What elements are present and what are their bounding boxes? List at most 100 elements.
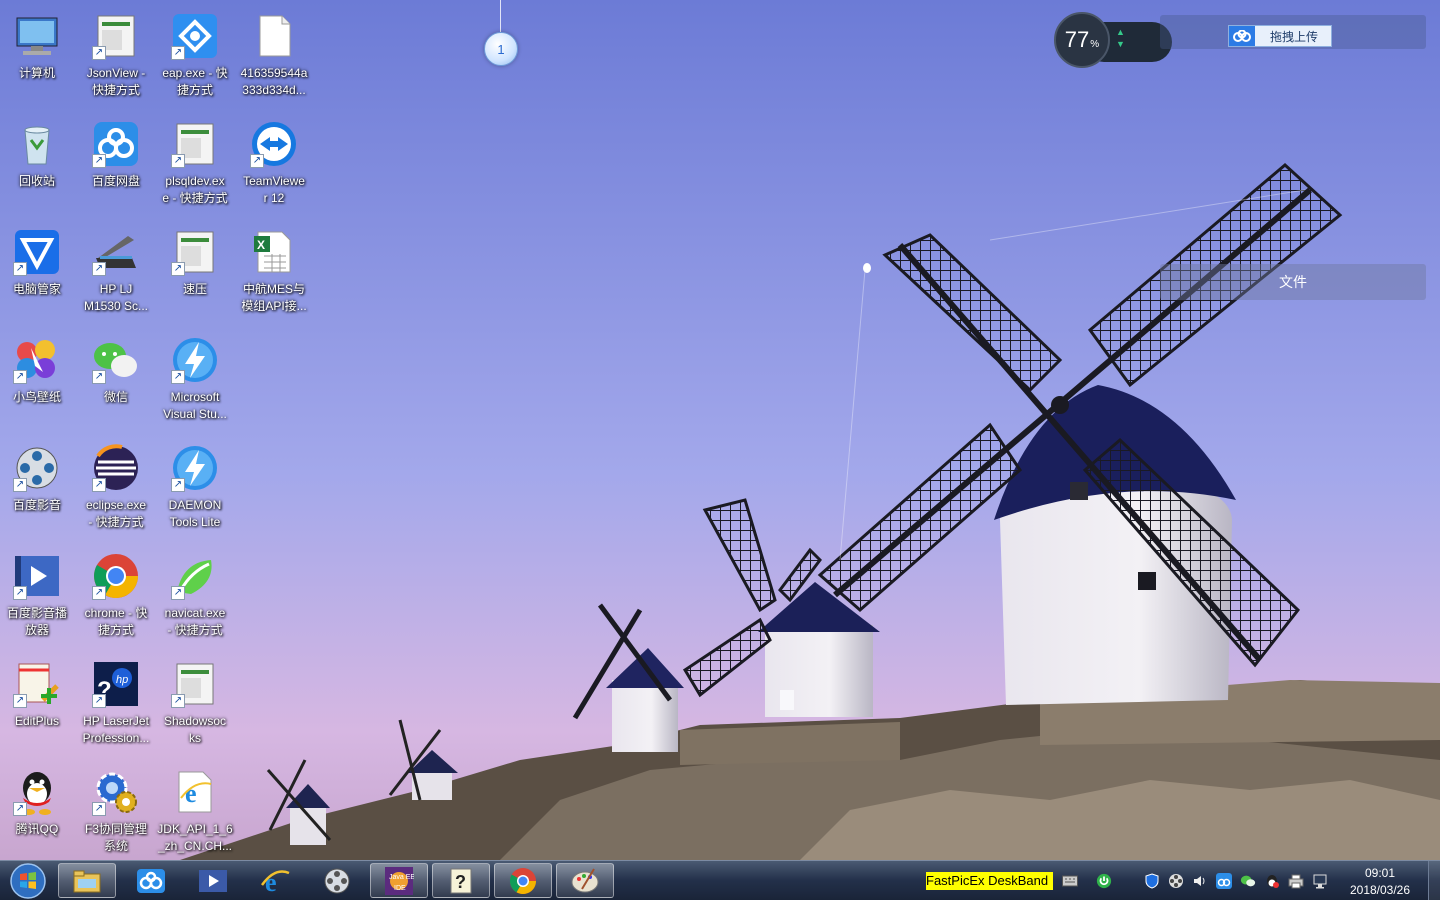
tencent-qq-icon: ↗ [13,768,61,816]
shortcut-arrow-icon: ↗ [92,478,106,492]
network-icon[interactable] [1312,873,1328,889]
svg-text:Java EE: Java EE [389,874,414,881]
film-reel-tray-icon[interactable] [1168,873,1184,889]
desktop-icon-navicat-shortcut[interactable]: ↗ navicat.exe - 快捷方式 [156,548,234,648]
computer-icon [13,12,61,60]
folder-icon [73,870,101,892]
desktop-icon-editplus[interactable]: ↗ EditPlus [0,656,76,756]
speed-compress-icon: ↗ [171,228,219,276]
excel-file-icon: X [250,228,298,276]
drag-upload-label: 拖拽上传 [1270,29,1319,44]
desktop-icon-eclipse-shortcut[interactable]: ↗ eclipse.exe - 快捷方式 [77,440,155,540]
shortcut-arrow-icon: ↗ [171,370,185,384]
editplus-icon: ↗ [13,660,61,708]
system-clock[interactable]: 09:01 2018/03/26 [1340,865,1420,899]
taskbar-paint[interactable] [556,863,614,898]
taskbar-internet-explorer[interactable]: e [246,863,304,898]
baidu-netdisk-tray-icon[interactable] [1216,873,1232,889]
taskbar-java-ee-ide[interactable]: Java EE IDE [370,863,428,898]
desktop-icon-pc-manager[interactable]: ↗ 电脑管家 [0,224,76,324]
desktop-icon-jdk-api-chm[interactable]: e JDK_API_1_6 _zh_CN.CH... [156,764,234,864]
shortcut-arrow-icon: ↗ [13,802,27,816]
f3-system-icon: ↗ [92,768,140,816]
start-button[interactable] [4,862,52,900]
taskbar-baidu-player[interactable] [184,863,242,898]
desktop-icon-label: JsonView - 快捷方式 [86,66,146,97]
taskbar: e Java EE IDE ? FastPicEx DeskBand 09:01… [0,860,1440,900]
desktop-icon-label: HP LJ M1530 Sc... [83,282,149,313]
desktop-icon-shadowsocks[interactable]: ↗ Shadowsoc ks [156,656,234,756]
security-shield-icon[interactable] [1096,873,1112,889]
drag-upload-button[interactable]: 拖拽上传 [1228,25,1332,47]
desktop-icon-hp-laserjet-help[interactable]: hp? ↗ HP LaserJet Profession... [77,656,155,756]
desktop-icon-label: 百度网盘 [91,174,140,188]
desktop-icon-label: HP LaserJet Profession... [82,714,150,745]
pc-manager-tray-icon[interactable] [1144,873,1160,889]
speed-monitor-widget[interactable]: 77% ▲ ▼ [1054,12,1172,70]
qq-tray-icon[interactable] [1264,873,1280,889]
chrome-icon [509,867,537,894]
float-ball-tether [500,0,501,32]
desktop-icon-daemon-tools[interactable]: ↗ DAEMON Tools Lite [156,440,234,540]
shortcut-arrow-icon: ↗ [13,586,27,600]
desktop-icon-wechat[interactable]: ↗ 微信 [77,332,155,432]
desktop-icon-chrome-shortcut[interactable]: ↗ chrome - 快 捷方式 [77,548,155,648]
desktop-icon-baidu-netdisk[interactable]: ↗ 百度网盘 [77,116,155,216]
shortcut-arrow-icon: ↗ [13,694,27,708]
desktop-icon-label: chrome - 快 捷方式 [84,606,148,637]
clock-time: 09:01 [1364,866,1396,880]
taskbar-film-reel-app[interactable] [308,863,366,898]
file-panel-label: 文件 [1279,274,1307,290]
printer-icon[interactable] [1288,873,1304,889]
baidu-upload-bar: 拖拽上传 [1160,15,1426,49]
desktop-icon-label: 中航MES与 模组API接... [241,282,307,313]
desktop-icon-label: Microsoft Visual Stu... [163,390,227,421]
fastpicex-deskband[interactable]: FastPicEx DeskBand [926,872,1053,890]
volume-icon[interactable] [1192,873,1208,889]
desktop-icon-teamviewer[interactable]: ↗ TeamViewe r 12 [235,116,313,216]
desktop-icon-baidu-video[interactable]: ↗ 百度影音 [0,440,76,540]
help-document-icon: ? [450,868,472,893]
show-desktop-button[interactable] [1428,861,1440,900]
navicat-shortcut-icon: ↗ [171,552,219,600]
desktop-icon-label: 计算机 [18,66,55,80]
desktop-icon-f3-system[interactable]: ↗ F3协同管理 系统 [77,764,155,864]
plsqldev-shortcut-icon: ↗ [171,120,219,168]
desktop-icon-computer[interactable]: 计算机 [0,8,76,108]
shortcut-arrow-icon: ↗ [13,370,27,384]
svg-text:X: X [257,238,265,252]
file-drop-panel[interactable]: 文件 [1160,264,1426,300]
desktop-icon-unknown-file[interactable]: 416359544a 333d334d... [235,8,313,108]
desktop-icon-hp-scanner[interactable]: ↗ HP LJ M1530 Sc... [77,224,155,324]
desktop-icon-visual-studio[interactable]: ↗ Microsoft Visual Stu... [156,332,234,432]
desktop-icon-recycle-bin[interactable]: 回收站 [0,116,76,216]
internet-explorer-icon: e [260,868,290,895]
memory-usage-gauge[interactable]: 77% [1054,12,1110,68]
recycle-bin-icon [13,120,61,168]
shortcut-arrow-icon: ↗ [171,262,185,276]
desktop-icon-excel-file[interactable]: X 中航MES与 模组API接... [235,224,313,324]
video-player-icon [199,869,227,892]
memory-usage-unit: % [1090,38,1100,50]
eclipse-shortcut-icon: ↗ [92,444,140,492]
desktop-icon-tencent-qq[interactable]: ↗ 腾讯QQ [0,764,76,864]
keyboard-icon[interactable] [1062,873,1078,889]
taskbar-chrome[interactable] [494,863,552,898]
desktop-icon-speed-compress[interactable]: ↗ 速压 [156,224,234,324]
taskbar-baidu-netdisk[interactable] [122,863,180,898]
wechat-tray-icon[interactable] [1240,873,1256,889]
baidu-netdisk-icon [137,868,165,893]
taskbar-explorer[interactable] [58,863,116,898]
taskbar-help-app[interactable]: ? [432,863,490,898]
desktop-icon-label: eap.exe - 快 捷方式 [162,66,228,97]
desktop-icon-plsqldev-shortcut[interactable]: ↗ plsqldev.ex e - 快捷方式 [156,116,234,216]
daemon-tools-icon: ↗ [171,444,219,492]
bird-wallpaper-icon: ↗ [13,336,61,384]
floating-ball-widget[interactable]: 1 [484,32,518,66]
desktop-icon-eap-shortcut[interactable]: ↗ eap.exe - 快 捷方式 [156,8,234,108]
desktop-icon-baidu-video-player[interactable]: ↗ 百度影音播 放器 [0,548,76,648]
shadowsocks-icon: ↗ [171,660,219,708]
shortcut-arrow-icon: ↗ [92,154,106,168]
desktop-icon-jsonview-shortcut[interactable]: ↗ JsonView - 快捷方式 [77,8,155,108]
desktop-icon-bird-wallpaper[interactable]: ↗ 小鸟壁纸 [0,332,76,432]
